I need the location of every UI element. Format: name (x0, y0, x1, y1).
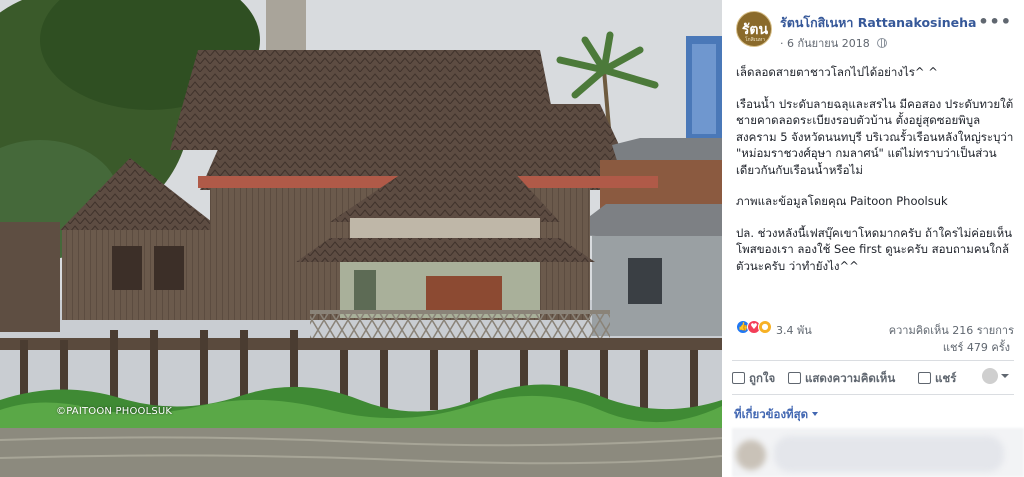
page-name-link[interactable]: รัตนโกสิเนหา Rattanakosineha (780, 13, 977, 33)
post-date[interactable]: 6 กันยายน 2018 (787, 37, 870, 50)
page-avatar[interactable]: รัตน โกสิเนหา (736, 11, 772, 47)
action-bar: ถูกใจ แสดงความคิดเห็น แชร์ (732, 364, 1014, 390)
share-button[interactable]: แชร์ (918, 370, 956, 388)
comment-icon (788, 372, 801, 384)
share-icon (918, 372, 931, 384)
share-as-caret-icon[interactable] (1001, 374, 1009, 378)
more-options-button[interactable]: ••• (978, 12, 1012, 31)
share-as-avatar[interactable] (982, 368, 998, 384)
comment-button[interactable]: แสดงความคิดเห็น (788, 370, 895, 388)
post-photo[interactable]: ©PAITOON PHOOLSUK (0, 0, 722, 477)
avatar-logo-subtext: โกสิเนหา (745, 37, 765, 43)
meta-dot: · (780, 37, 784, 50)
comment-bubble (774, 436, 1004, 472)
like-label: ถูกใจ (749, 371, 776, 385)
share-count-link[interactable]: แชร์ 479 ครั้ง (943, 338, 1010, 356)
divider (732, 360, 1014, 361)
comment-label: แสดงความคิดเห็น (805, 371, 896, 385)
share-label: แชร์ (935, 371, 957, 385)
thumbs-up-icon (732, 372, 745, 384)
reaction-count[interactable]: 3.4 พัน (776, 321, 812, 339)
post-paragraph: เล็ดลอดสายตาชาวโลกไปได้อย่างไร^ ^ (736, 65, 938, 79)
post-panel: รัตน โกสิเนหา รัตนโกสิเนหา Rattanakosine… (722, 0, 1024, 477)
commenter-avatar (736, 440, 766, 470)
wow-icon[interactable]: ● (758, 320, 772, 334)
post-paragraph: ปล. ช่วงหลังนี้เฟสบุ๊คเขาโหดมากครับ ถ้าใ… (736, 225, 1013, 273)
post-meta: · 6 กันยายน 2018 (780, 34, 888, 52)
reactions-summary: 👍 ♥ ● 3.4 พัน ความคิดเห็น 216 รายการ (736, 318, 1014, 339)
post-text: เล็ดลอดสายตาชาวโลกไปได้อย่างไร^ ^ เรือนน… (736, 64, 1020, 289)
comment-sort-dropdown[interactable]: ที่เกี่ยวข้องที่สุด (734, 406, 819, 424)
comment-sort-label: ที่เกี่ยวข้องที่สุด (734, 407, 809, 421)
comment-count-link[interactable]: ความคิดเห็น 216 รายการ (889, 321, 1014, 339)
like-button[interactable]: ถูกใจ (732, 370, 775, 388)
post-paragraph: ภาพและข้อมูลโดยคุณ Paitoon Phoolsuk (736, 194, 948, 208)
chevron-down-icon (812, 412, 819, 416)
post-paragraph: เรือนน้ำ ประดับลายฉลุและสรไน มีคอสอง ประ… (736, 96, 1014, 177)
divider (732, 394, 1014, 395)
photo-watermark: ©PAITOON PHOOLSUK (56, 406, 173, 417)
globe-icon (877, 38, 888, 48)
post-header: รัตน โกสิเนหา รัตนโกสิเนหา Rattanakosine… (736, 10, 1016, 50)
